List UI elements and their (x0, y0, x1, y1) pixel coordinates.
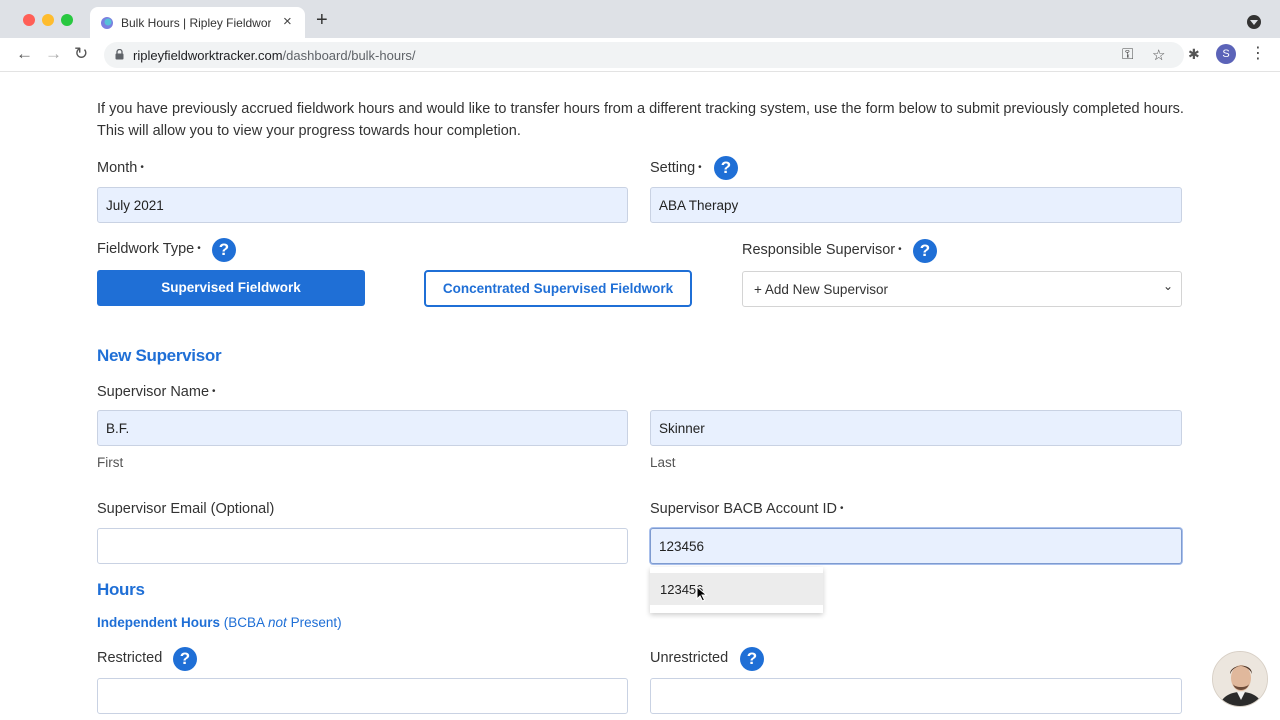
url-text: ripleyfieldworktracker.com/dashboard/bul… (133, 48, 416, 63)
fieldwork-type-label: Fieldwork Type • (97, 241, 201, 257)
unrestricted-help-icon[interactable]: ? (740, 647, 764, 671)
independent-hours-caption: Independent Hours (BCBA not Present) (97, 615, 342, 630)
lock-icon (115, 49, 124, 60)
setting-label-text: Setting (650, 160, 696, 176)
required-mark: • (197, 243, 201, 254)
fieldwork-type-label-text: Fieldwork Type (97, 241, 195, 257)
tab-close-icon[interactable]: × (283, 13, 292, 30)
setting-label: Setting • (650, 160, 702, 176)
maximize-window-button[interactable] (61, 14, 73, 26)
forward-arrow-icon[interactable]: → (45, 44, 62, 64)
key-icon[interactable]: ⚿ (1122, 46, 1133, 63)
autocomplete-dropdown: 123456 (650, 567, 823, 613)
first-name-sublabel: First (97, 455, 124, 470)
month-input[interactable]: July 2021 (97, 187, 628, 223)
bacb-id-input[interactable]: 123456 (650, 528, 1182, 564)
bacb-id-label-text: Supervisor BACB Account ID (650, 501, 837, 517)
concentrated-fieldwork-button[interactable]: Concentrated Supervised Fieldwork (424, 270, 692, 307)
responsible-supervisor-label: Responsible Supervisor • (742, 242, 902, 258)
mouse-cursor-icon (696, 586, 708, 602)
restricted-help-icon[interactable]: ? (173, 647, 197, 671)
star-icon[interactable]: ☆ (1152, 46, 1165, 64)
extensions-puzzle-icon[interactable]: ✱ (1188, 46, 1200, 63)
setting-input[interactable]: ABA Therapy (650, 187, 1182, 223)
browser-tab[interactable]: Bulk Hours | Ripley Fieldwork T × (90, 7, 305, 38)
presenter-face-icon (1213, 652, 1267, 706)
new-tab-button[interactable]: + (316, 10, 328, 30)
hours-heading: Hours (97, 580, 145, 599)
browser-menu-icon[interactable]: ⋮ (1250, 43, 1266, 63)
independent-hours-post: Present) (286, 615, 342, 630)
unrestricted-label: Unrestricted (650, 650, 729, 666)
responsible-supervisor-select[interactable]: + Add New Supervisor ⌄ (742, 271, 1182, 307)
minimize-window-button[interactable] (42, 14, 54, 26)
reload-icon[interactable]: ↻ (74, 44, 88, 64)
supervisor-name-label-text: Supervisor Name (97, 384, 210, 400)
url-domain: ripleyfieldworktracker.com (133, 48, 283, 63)
address-bar[interactable]: ripleyfieldworktracker.com/dashboard/bul… (104, 42, 1184, 68)
presenter-avatar (1212, 651, 1268, 707)
independent-hours-em: not (268, 615, 287, 630)
last-name-sublabel: Last (650, 455, 676, 470)
supervisor-first-name-input[interactable]: B.F. (97, 410, 628, 446)
required-mark: • (212, 386, 216, 397)
url-path: /dashboard/bulk-hours/ (282, 48, 416, 63)
independent-hours-bold: Independent Hours (97, 615, 221, 630)
responsible-supervisor-help-icon[interactable]: ? (913, 239, 937, 263)
close-window-button[interactable] (23, 14, 35, 26)
profile-avatar[interactable]: S (1216, 44, 1236, 64)
responsible-supervisor-value: + Add New Supervisor (754, 282, 888, 297)
required-mark: • (140, 162, 144, 173)
supervisor-last-name-input[interactable]: Skinner (650, 410, 1182, 446)
site-favicon-icon (101, 17, 113, 29)
independent-hours-pre: (BCBA (220, 615, 269, 630)
restricted-label: Restricted (97, 650, 163, 666)
month-label: Month • (97, 160, 144, 176)
responsible-supervisor-label-text: Responsible Supervisor (742, 242, 896, 258)
autocomplete-suggestion[interactable]: 123456 (650, 573, 823, 605)
browser-toolbar: ← → ↻ ripleyfieldworktracker.com/dashboa… (0, 38, 1280, 72)
bacb-id-label: Supervisor BACB Account ID • (650, 501, 844, 517)
supervisor-name-label: Supervisor Name • (97, 384, 216, 400)
chevron-down-icon: ⌄ (1162, 279, 1173, 293)
setting-help-icon[interactable]: ? (714, 156, 738, 180)
month-label-text: Month (97, 160, 138, 176)
restricted-hours-input[interactable] (97, 678, 628, 714)
supervised-fieldwork-button[interactable]: Supervised Fieldwork (97, 270, 365, 306)
supervisor-email-label: Supervisor Email (Optional) (97, 501, 275, 517)
supervisor-email-input[interactable] (97, 528, 628, 564)
intro-text: If you have previously accrued fieldwork… (97, 101, 1184, 139)
required-mark: • (698, 162, 702, 173)
required-mark: • (839, 503, 844, 514)
back-arrow-icon[interactable]: ← (16, 44, 33, 64)
browser-tab-bar: Bulk Hours | Ripley Fieldwork T × + (0, 0, 1280, 38)
required-mark: • (898, 244, 902, 255)
fieldwork-type-help-icon[interactable]: ? (212, 238, 236, 262)
unrestricted-hours-input[interactable] (650, 678, 1182, 714)
tab-title: Bulk Hours | Ripley Fieldwork T (121, 16, 271, 30)
tab-search-icon[interactable] (1247, 15, 1261, 29)
new-supervisor-heading: New Supervisor (97, 346, 222, 365)
